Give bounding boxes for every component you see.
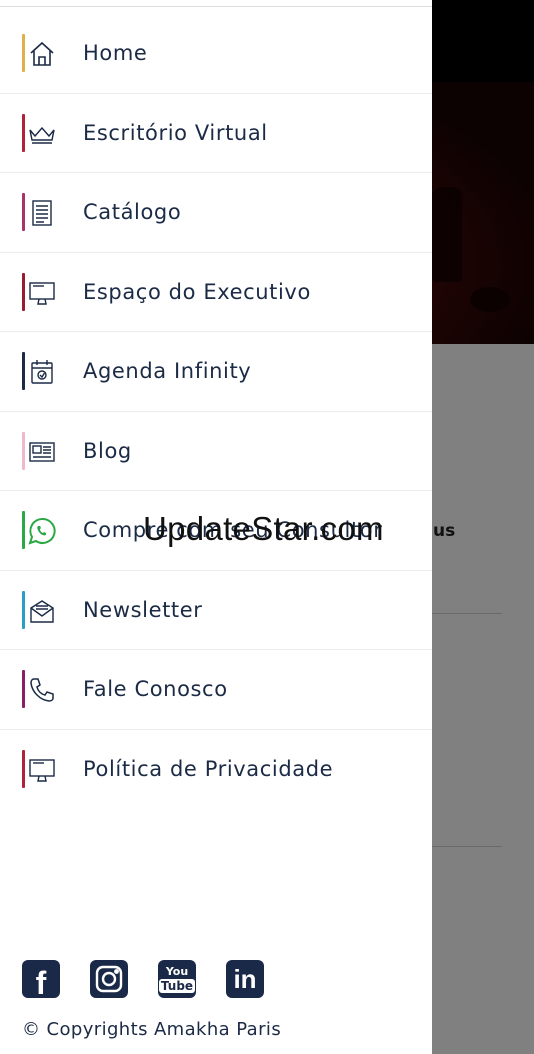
hero-silhouette xyxy=(432,187,462,282)
home-icon xyxy=(28,40,56,68)
menu-item-label: Fale Conosco xyxy=(83,677,228,701)
menu-item-accent-bar xyxy=(22,34,25,72)
social-links: f You Tube in xyxy=(22,960,264,1001)
menu-item-accent-bar xyxy=(22,749,25,788)
background-divider xyxy=(432,613,502,614)
menu-item-label: Política de Privacidade xyxy=(83,756,334,781)
catalog-icon xyxy=(28,199,56,227)
monitor-icon xyxy=(28,756,56,784)
menu-item-accent-bar xyxy=(22,352,25,390)
newspaper-icon xyxy=(28,438,56,466)
copyright-text: © Copyrights Amakha Paris xyxy=(22,1019,282,1040)
menu-item-accent-bar xyxy=(22,590,25,629)
whatsapp-icon xyxy=(28,517,56,545)
youtube-text-top: You xyxy=(165,964,189,978)
menu-item-blog[interactable]: Blog xyxy=(0,412,432,491)
menu-item-accent-bar xyxy=(22,272,25,311)
drawer-top-divider xyxy=(0,6,432,7)
background-divider xyxy=(432,846,502,847)
menu-item-label: Espaço do Executivo xyxy=(83,279,311,304)
menu-item-fale-conosco[interactable]: Fale Conosco xyxy=(0,650,432,730)
menu-item-accent-bar xyxy=(22,511,25,549)
envelope-icon xyxy=(28,597,56,625)
background-partial-text: us xyxy=(433,521,456,541)
linkedin-glyph: in xyxy=(233,963,257,994)
menu-item-home[interactable]: Home xyxy=(0,14,432,94)
menu-item-catalogo[interactable]: Catálogo xyxy=(0,173,432,253)
menu-item-label: Newsletter xyxy=(83,597,203,622)
menu-item-accent-bar xyxy=(22,113,25,152)
facebook-icon[interactable]: f xyxy=(22,960,60,1001)
monitor-icon xyxy=(28,279,56,307)
watermark-text: UpdateStar.com xyxy=(143,510,384,547)
crown-icon xyxy=(28,120,56,148)
menu-item-label: Blog xyxy=(83,438,132,463)
youtube-text-bottom: Tube xyxy=(158,978,196,993)
instagram-icon[interactable] xyxy=(90,960,128,998)
facebook-glyph: f xyxy=(35,964,47,1001)
linkedin-icon[interactable]: in xyxy=(226,960,264,998)
menu-item-espaco-executivo[interactable]: Espaço do Executivo xyxy=(0,253,432,332)
menu-item-politica-privacidade[interactable]: Política de Privacidade xyxy=(0,730,432,810)
menu-item-label: Catálogo xyxy=(83,200,182,224)
menu-item-newsletter[interactable]: Newsletter xyxy=(0,571,432,650)
menu-item-accent-bar xyxy=(22,431,25,470)
phone-icon xyxy=(28,676,56,704)
drawer-menu: Home Escritório Virtual Catálogo Espaço … xyxy=(0,14,432,809)
calendar-icon xyxy=(28,358,56,386)
hero-silhouette-shadow xyxy=(470,287,510,312)
menu-item-label: Home xyxy=(83,41,148,65)
menu-item-label: Escritório Virtual xyxy=(83,120,268,145)
menu-item-escritorio-virtual[interactable]: Escritório Virtual xyxy=(0,94,432,173)
youtube-icon[interactable]: You Tube xyxy=(158,960,196,998)
menu-item-accent-bar xyxy=(22,670,25,708)
menu-item-label: Agenda Infinity xyxy=(83,359,252,383)
menu-item-accent-bar xyxy=(22,193,25,231)
menu-item-agenda-infinity[interactable]: Agenda Infinity xyxy=(0,332,432,412)
